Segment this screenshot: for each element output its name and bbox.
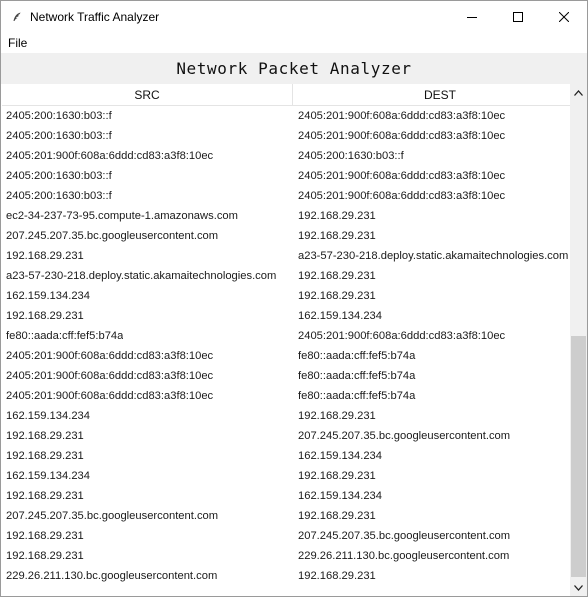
table-row[interactable]: 2405:200:1630:b03::f 2405:201:900f:608a:6… xyxy=(2,127,570,147)
table-row[interactable]: 162.159.134.234 192.168.29.231 xyxy=(2,287,570,307)
dest-cell: fe80::aada:cff:fef5:b74a xyxy=(298,390,416,402)
scroll-up-arrow-icon xyxy=(574,89,583,96)
table-row[interactable]: 207.245.207.35.bc.googleusercontent.com 1… xyxy=(2,227,570,247)
src-cell: 229.26.211.130.bc.googleusercontent.com xyxy=(6,570,218,582)
table-header: SRC DEST xyxy=(2,84,570,106)
src-cell: 207.245.207.35.bc.googleusercontent.com xyxy=(6,230,219,242)
table-row[interactable]: 162.159.134.234 192.168.29.231 xyxy=(2,407,570,427)
table-row[interactable]: 192.168.29.231 207.245.207.35.bc.googleus… xyxy=(2,427,570,447)
dest-cell: 2405:201:900f:608a:6ddd:cd83:a3f8:10ec xyxy=(298,130,506,142)
dest-cell: 192.168.29.231 xyxy=(298,290,376,302)
src-cell: 162.159.134.234 xyxy=(6,410,90,422)
table-row[interactable]: 2405:200:1630:b03::f 2405:201:900f:608a:6… xyxy=(2,167,570,187)
table-row[interactable]: 2405:201:900f:608a:6ddd:cd83:a3f8:10ec fe… xyxy=(2,347,570,367)
src-cell: 192.168.29.231 xyxy=(6,310,84,322)
dest-cell: a23-57-230-218.deploy.static.akamaitechn… xyxy=(298,250,569,262)
dest-cell: 2405:200:1630:b03::f xyxy=(298,150,404,162)
table-row[interactable]: 192.168.29.231 a23-57-230-218.deploy.stat… xyxy=(2,247,570,267)
dest-cell: 162.159.134.234 xyxy=(298,450,382,462)
scroll-down-arrow-icon xyxy=(574,584,583,591)
dest-cell: 207.245.207.35.bc.googleusercontent.com xyxy=(298,530,511,542)
src-cell: 192.168.29.231 xyxy=(6,450,84,462)
scroll-up-button[interactable] xyxy=(570,84,587,101)
table-row[interactable]: 2405:201:900f:608a:6ddd:cd83:a3f8:10ec fe… xyxy=(2,367,570,387)
scrollbar-thumb[interactable] xyxy=(571,336,586,577)
page-title: Network Packet Analyzer xyxy=(176,59,412,78)
src-cell: 2405:201:900f:608a:6ddd:cd83:a3f8:10ec xyxy=(6,350,214,362)
app-window: Network Traffic Analyzer File Network Pa… xyxy=(0,0,588,597)
dest-cell: 192.168.29.231 xyxy=(298,270,376,282)
packet-table[interactable]: SRC DEST 2405:200:1630:b03::f 2405:201:90… xyxy=(2,84,570,596)
vertical-scrollbar[interactable] xyxy=(570,84,587,596)
table-body: 2405:200:1630:b03::f 2405:201:900f:608a:6… xyxy=(2,107,570,587)
dest-cell: 207.245.207.35.bc.googleusercontent.com xyxy=(298,430,511,442)
table-row[interactable]: 229.26.211.130.bc.googleusercontent.com 1… xyxy=(2,567,570,587)
dest-cell: 2405:201:900f:608a:6ddd:cd83:a3f8:10ec xyxy=(298,190,506,202)
dest-cell: 2405:201:900f:608a:6ddd:cd83:a3f8:10ec xyxy=(298,330,506,342)
scroll-down-button[interactable] xyxy=(570,579,587,596)
src-cell: 162.159.134.234 xyxy=(6,470,90,482)
minimize-button[interactable] xyxy=(449,1,495,32)
window-title: Network Traffic Analyzer xyxy=(30,10,160,24)
src-cell: 2405:201:900f:608a:6ddd:cd83:a3f8:10ec xyxy=(6,370,214,382)
feather-app-icon xyxy=(13,12,21,21)
src-cell: 192.168.29.231 xyxy=(6,550,84,562)
close-icon xyxy=(559,11,569,22)
dest-cell: 162.159.134.234 xyxy=(298,310,382,322)
src-cell: 2405:200:1630:b03::f xyxy=(6,170,112,182)
dest-cell: 192.168.29.231 xyxy=(298,510,376,522)
column-header-dest[interactable]: DEST xyxy=(294,84,570,106)
table-row[interactable]: 162.159.134.234 192.168.29.231 xyxy=(2,467,570,487)
minimize-icon xyxy=(467,16,477,18)
table-row[interactable]: 192.168.29.231 229.26.211.130.bc.googleus… xyxy=(2,547,570,567)
table-row[interactable]: a23-57-230-218.deploy.static.akamaitechn… xyxy=(2,267,570,287)
table-row[interactable]: fe80::aada:cff:fef5:b74a 2405:201:900f:60… xyxy=(2,327,570,347)
src-cell: 2405:200:1630:b03::f xyxy=(6,110,112,122)
table-row[interactable]: ec2-34-237-73-95.compute-1.amazonaws.com… xyxy=(2,207,570,227)
dest-cell: 2405:201:900f:608a:6ddd:cd83:a3f8:10ec xyxy=(298,170,506,182)
maximize-button[interactable] xyxy=(495,1,541,32)
table-row[interactable]: 2405:201:900f:608a:6ddd:cd83:a3f8:10ec fe… xyxy=(2,387,570,407)
src-cell: 192.168.29.231 xyxy=(6,250,84,262)
src-cell: 2405:201:900f:608a:6ddd:cd83:a3f8:10ec xyxy=(6,390,214,402)
title-bar[interactable]: Network Traffic Analyzer xyxy=(1,1,587,32)
table-row[interactable]: 192.168.29.231 162.159.134.234 xyxy=(2,447,570,467)
src-cell: 162.159.134.234 xyxy=(6,290,90,302)
src-cell: 207.245.207.35.bc.googleusercontent.com xyxy=(6,510,219,522)
table-row[interactable]: 192.168.29.231 207.245.207.35.bc.googleus… xyxy=(2,527,570,547)
table-row[interactable]: 192.168.29.231 162.159.134.234 xyxy=(2,487,570,507)
dest-cell: fe80::aada:cff:fef5:b74a xyxy=(298,350,416,362)
src-cell: 2405:200:1630:b03::f xyxy=(6,190,112,202)
column-header-src[interactable]: SRC xyxy=(2,84,293,106)
close-button[interactable] xyxy=(541,1,587,32)
src-cell: 192.168.29.231 xyxy=(6,430,84,442)
dest-cell: 229.26.211.130.bc.googleusercontent.com xyxy=(298,550,510,562)
src-cell: 2405:200:1630:b03::f xyxy=(6,130,112,142)
src-cell: 192.168.29.231 xyxy=(6,530,84,542)
src-cell: fe80::aada:cff:fef5:b74a xyxy=(6,330,124,342)
dest-cell: 162.159.134.234 xyxy=(298,490,382,502)
dest-cell: 192.168.29.231 xyxy=(298,570,376,582)
table-row[interactable]: 207.245.207.35.bc.googleusercontent.com 1… xyxy=(2,507,570,527)
dest-cell: fe80::aada:cff:fef5:b74a xyxy=(298,370,416,382)
header-banner: Network Packet Analyzer xyxy=(1,53,587,84)
src-cell: 2405:201:900f:608a:6ddd:cd83:a3f8:10ec xyxy=(6,150,214,162)
src-cell: ec2-34-237-73-95.compute-1.amazonaws.com xyxy=(6,210,238,222)
dest-cell: 192.168.29.231 xyxy=(298,210,376,222)
dest-cell: 192.168.29.231 xyxy=(298,470,376,482)
table-row[interactable]: 2405:201:900f:608a:6ddd:cd83:a3f8:10ec 24… xyxy=(2,147,570,167)
src-cell: 192.168.29.231 xyxy=(6,490,84,502)
table-row[interactable]: 2405:200:1630:b03::f 2405:201:900f:608a:6… xyxy=(2,107,570,127)
dest-cell: 2405:201:900f:608a:6ddd:cd83:a3f8:10ec xyxy=(298,110,506,122)
maximize-icon xyxy=(513,11,523,22)
table-row[interactable]: 192.168.29.231 162.159.134.234 xyxy=(2,307,570,327)
dest-cell: 192.168.29.231 xyxy=(298,410,376,422)
table-row[interactable]: 2405:200:1630:b03::f 2405:201:900f:608a:6… xyxy=(2,187,570,207)
menu-file[interactable]: File xyxy=(8,36,27,50)
src-cell: a23-57-230-218.deploy.static.akamaitechn… xyxy=(6,270,277,282)
menu-bar: File xyxy=(1,32,587,53)
dest-cell: 192.168.29.231 xyxy=(298,230,376,242)
